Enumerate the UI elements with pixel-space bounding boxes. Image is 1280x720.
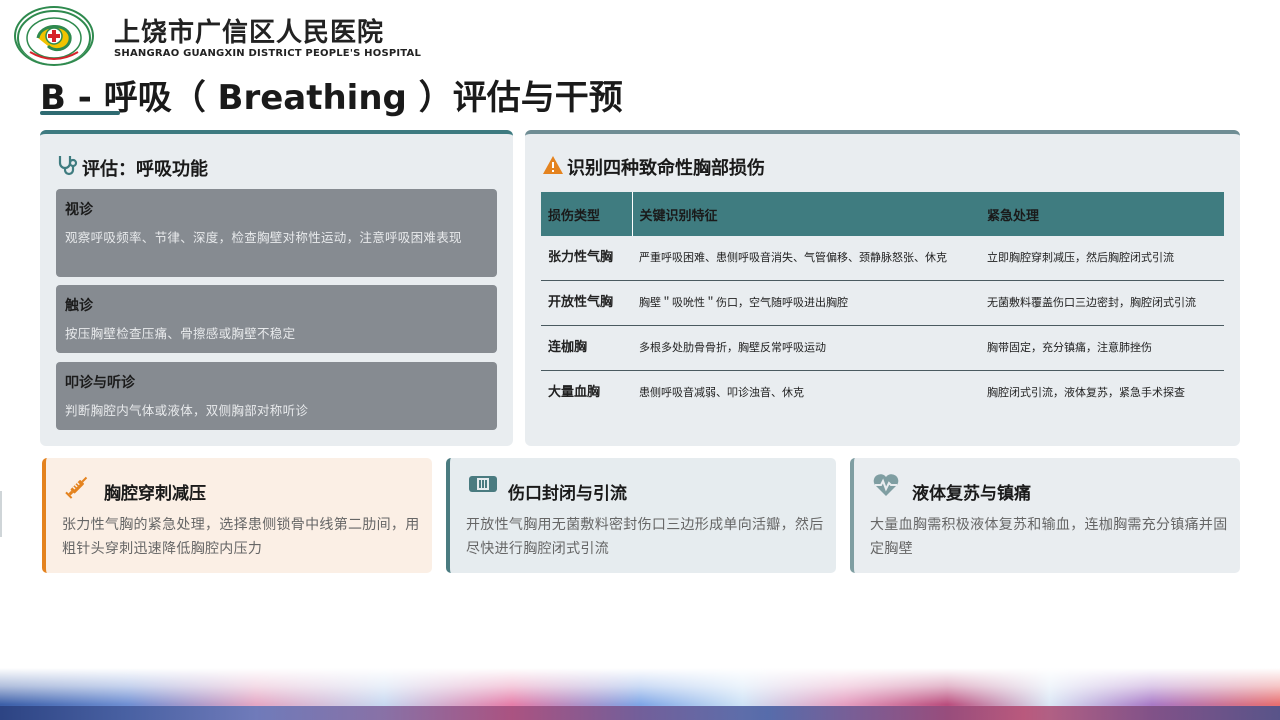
injury-type: 大量血胸 bbox=[548, 385, 601, 400]
injury-type: 开放性气胸 bbox=[541, 280, 632, 326]
card-desc: 开放性气胸用无菌敷料密封伤口三边形成单向活瓣，然后尽快进行胸腔闭式引流 bbox=[466, 517, 824, 557]
heart-pulse-icon bbox=[872, 472, 900, 502]
assess-card-title: 视诊 bbox=[65, 202, 93, 218]
hospital-logo-icon bbox=[14, 6, 94, 66]
column-header: 紧急处理 bbox=[980, 192, 1224, 236]
intervention-card-resuscitation: 液体复苏与镇痛 大量血胸需积极液体复苏和输血，连枷胸需充分镇痛并固定胸壁 bbox=[850, 458, 1240, 573]
injury-type: 连枷胸 bbox=[541, 325, 632, 371]
stethoscope-icon bbox=[57, 154, 82, 181]
assessment-heading-text: 评估：呼吸功能 bbox=[82, 158, 208, 180]
table-header-row: 损伤类型 关键识别特征 紧急处理 bbox=[541, 192, 1224, 236]
assess-card-title: 触诊 bbox=[65, 298, 93, 314]
page-title: B - 呼吸（ Breathing ）评估与干预 bbox=[40, 78, 623, 118]
injuries-panel: 识别四种致命性胸部损伤 损伤类型 关键识别特征 紧急处理 张力性气胸 严重呼吸困… bbox=[525, 130, 1240, 446]
hospital-header: 上饶市广信区人民医院 SHANGRAO GUANGXIN DISTRICT PE… bbox=[12, 6, 432, 66]
intervention-card-wound-seal: 伤口封闭与引流 开放性气胸用无菌敷料密封伤口三边形成单向活瓣，然后尽快进行胸腔闭… bbox=[446, 458, 836, 573]
assess-card-inspection: 视诊 观察呼吸频率、节律、深度，检查胸壁对称性运动，注意呼吸困难表现 bbox=[56, 189, 497, 277]
syringe-icon bbox=[64, 472, 92, 504]
hospital-name-cn: 上饶市广信区人民医院 bbox=[114, 18, 385, 48]
intervention-card-decompression: 胸腔穿刺减压 张力性气胸的紧急处理，选择患侧锁骨中线第二肋间，用粗针头穿刺迅速降… bbox=[42, 458, 432, 573]
card-title: 伤口封闭与引流 bbox=[508, 484, 627, 504]
card-title: 胸腔穿刺减压 bbox=[104, 484, 206, 504]
assess-card-title: 叩诊与听诊 bbox=[65, 375, 135, 391]
table-row: 张力性气胸 严重呼吸困难、患侧呼吸音消失、气管偏移、颈静脉怒张、休克 立即胸腔穿… bbox=[541, 236, 1224, 281]
injury-treatment: 胸腔闭式引流，液体复苏，紧急手术探查 bbox=[987, 386, 1185, 399]
table-row: 开放性气胸 胸壁＂吸吮性＂伤口，空气随呼吸进出胸腔 无菌敷料覆盖伤口三边密封，胸… bbox=[541, 280, 1224, 326]
card-desc: 大量血胸需积极液体复苏和输血，连枷胸需充分镇痛并固定胸壁 bbox=[870, 517, 1228, 557]
column-header: 关键识别特征 bbox=[632, 192, 980, 236]
injuries-heading: 识别四种致命性胸部损伤 bbox=[542, 154, 765, 180]
assess-card-desc: 按压胸壁检查压痛、骨擦感或胸壁不稳定 bbox=[65, 326, 296, 341]
injury-treatment: 无菌敷料覆盖伤口三边密封，胸腔闭式引流 bbox=[980, 280, 1224, 326]
edge-marker bbox=[0, 491, 2, 537]
injury-features: 严重呼吸困难、患侧呼吸音消失、气管偏移、颈静脉怒张、休克 bbox=[632, 236, 980, 281]
injury-type: 张力性气胸 bbox=[541, 236, 632, 281]
assessment-heading: 评估：呼吸功能 bbox=[57, 154, 208, 181]
injury-features: 多根多处肋骨骨折，胸壁反常呼吸运动 bbox=[632, 325, 980, 371]
injuries-heading-text: 识别四种致命性胸部损伤 bbox=[567, 158, 765, 179]
injury-treatment: 胸带固定，充分镇痛，注意肺挫伤 bbox=[980, 325, 1224, 371]
assess-card-desc: 观察呼吸频率、节律、深度，检查胸壁对称性运动，注意呼吸困难表现 bbox=[65, 230, 462, 245]
injuries-table: 损伤类型 关键识别特征 紧急处理 张力性气胸 严重呼吸困难、患侧呼吸音消失、气管… bbox=[541, 192, 1224, 415]
assess-card-desc: 判断胸腔内气体或液体，双侧胸部对称听诊 bbox=[65, 403, 309, 418]
footer-fade bbox=[0, 668, 1280, 720]
assessment-panel: 评估：呼吸功能 视诊 观察呼吸频率、节律、深度，检查胸壁对称性运动，注意呼吸困难… bbox=[40, 130, 513, 446]
warning-icon bbox=[542, 155, 567, 180]
hospital-name-en: SHANGRAO GUANGXIN DISTRICT PEOPLE'S HOSP… bbox=[114, 48, 422, 59]
table-row: 连枷胸 多根多处肋骨骨折，胸壁反常呼吸运动 胸带固定，充分镇痛，注意肺挫伤 bbox=[541, 325, 1224, 371]
column-header: 损伤类型 bbox=[541, 192, 633, 236]
title-underline bbox=[40, 111, 120, 115]
bandage-icon bbox=[468, 472, 498, 500]
card-title: 液体复苏与镇痛 bbox=[912, 484, 1031, 504]
injury-features: 胸壁＂吸吮性＂伤口，空气随呼吸进出胸腔 bbox=[632, 280, 980, 326]
assess-card-percussion: 叩诊与听诊 判断胸腔内气体或液体，双侧胸部对称听诊 bbox=[56, 362, 497, 430]
table-row: 大量血胸 患侧呼吸音减弱、叩诊浊音、休克 胸腔闭式引流，液体复苏，紧急手术探查 bbox=[541, 371, 1224, 416]
injury-features: 患侧呼吸音减弱、叩诊浊音、休克 bbox=[639, 386, 804, 399]
assess-card-palpation: 触诊 按压胸壁检查压痛、骨擦感或胸壁不稳定 bbox=[56, 285, 497, 353]
injury-treatment: 立即胸腔穿刺减压，然后胸腔闭式引流 bbox=[980, 236, 1224, 281]
card-desc: 张力性气胸的紧急处理，选择患侧锁骨中线第二肋间，用粗针头穿刺迅速降低胸腔内压力 bbox=[62, 517, 420, 557]
